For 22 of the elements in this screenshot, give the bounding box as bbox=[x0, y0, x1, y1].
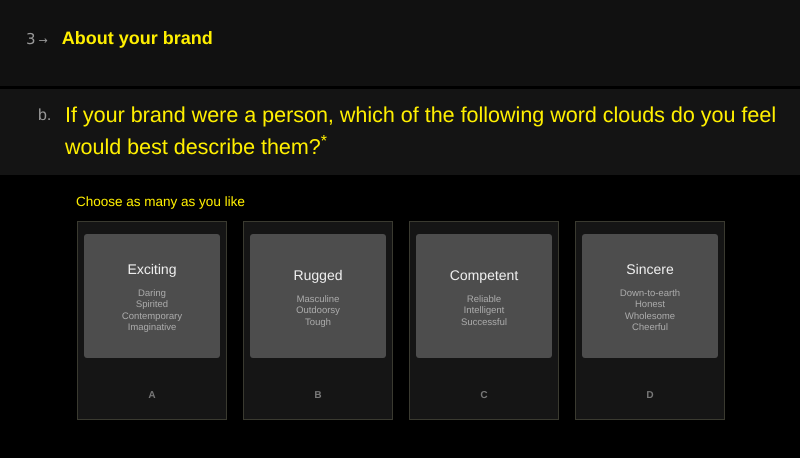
choice-card[interactable]: Sincere Down-to-earth Honest Wholesome Cheerful D bbox=[575, 221, 725, 420]
cloud-words: Masculine Outdoorsy Tough bbox=[296, 294, 340, 328]
choice-card[interactable]: Competent Reliable Intelligent Successful C bbox=[409, 221, 559, 420]
cloud-title: Exciting bbox=[127, 260, 177, 279]
choice-card[interactable]: Rugged Masculine Outdoorsy Tough B bbox=[243, 221, 393, 420]
choice-letter: C bbox=[479, 389, 489, 404]
cloud-words: Down-to-earth Honest Wholesome Cheerful bbox=[620, 288, 680, 334]
choice-letter: A bbox=[147, 389, 157, 404]
choice-card[interactable]: Exciting Daring Spirited Contemporary Imaginative A bbox=[77, 221, 227, 420]
section-title: About your brand bbox=[62, 27, 213, 50]
cloud-words: Daring Spirited Contemporary Imaginative bbox=[122, 288, 182, 334]
cloud-words: Reliable Intelligent Successful bbox=[461, 294, 507, 328]
question-letter: b. bbox=[38, 106, 52, 126]
cloud-title: Sincere bbox=[626, 260, 674, 279]
question-text: If your brand were a person, which of the following word clouds do you feel would best describe them?$^{*}$ bbox=[65, 102, 778, 161]
choice-letter: D bbox=[645, 389, 655, 404]
hint-text: Choose as many as you like bbox=[76, 193, 246, 211]
cloud-title: Rugged bbox=[293, 266, 343, 285]
cloud-title: Competent bbox=[450, 266, 518, 285]
choice-letter: B bbox=[313, 389, 323, 404]
arrow-glyph: → bbox=[38, 33, 48, 49]
section-number: 3 bbox=[26, 29, 36, 50]
